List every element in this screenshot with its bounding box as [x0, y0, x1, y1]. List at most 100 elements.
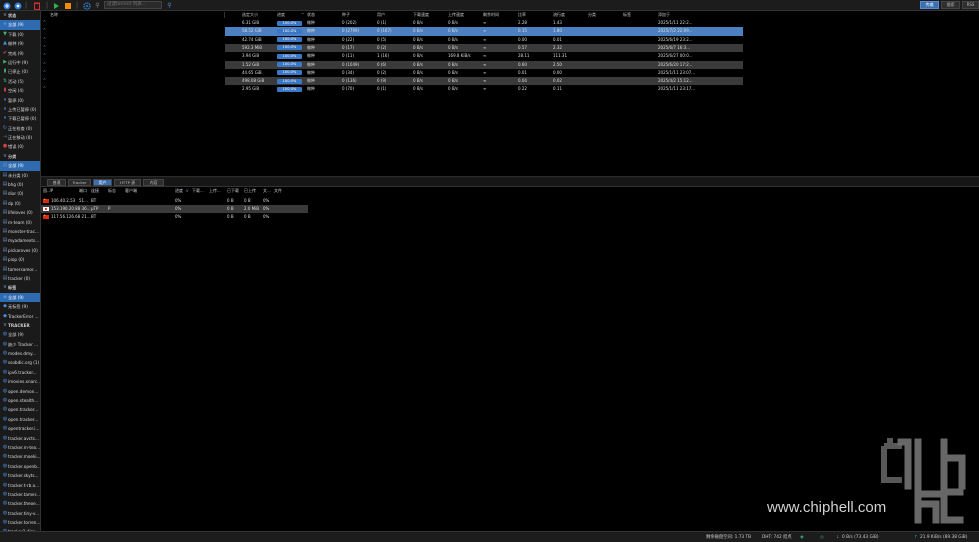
tab-http-sources[interactable]: HTTP 源: [114, 179, 141, 186]
sidebar-status-item[interactable]: ↻ 正在检查 (0): [0, 124, 40, 133]
col-eta[interactable]: 剩余时间: [483, 11, 499, 19]
delete-icon[interactable]: [32, 1, 41, 10]
sidebar-tracker-item[interactable]: ◍ ssobdic.org (1): [0, 358, 40, 367]
tab-rss[interactable]: RSS: [962, 1, 979, 9]
sidebar-tag-item[interactable]: ◆ 无标签 (9): [0, 302, 40, 311]
search-input[interactable]: 过滤torrent 列表...: [104, 1, 162, 9]
peer-row[interactable]: 153.190.20.88 36... μTP P 0% 0 B 2.0 MiB 0%: [41, 205, 308, 213]
sidebar-tracker-item[interactable]: ◍ 全部 (9): [0, 330, 40, 339]
sidebar-category-item[interactable]: ▤ dior (0): [0, 189, 40, 198]
sidebar-category-item[interactable]: ▤ m-team (0): [0, 218, 40, 227]
col-popularity[interactable]: 流行度: [553, 11, 565, 19]
sidebar-tracker-item[interactable]: ◍ tracker.tamer...: [0, 490, 40, 499]
col-files[interactable]: 文件: [274, 187, 282, 194]
tab-trackers[interactable]: Tracker: [68, 179, 91, 186]
sidebar-status-item[interactable]: ▮ 空闲 (4): [0, 86, 40, 95]
col-downloaded[interactable]: 已下载: [227, 187, 239, 194]
torrent-row[interactable]: 592.3 MiB 做种 0 (17) 0 (2) 0 B/s 0 B/s ∞ 0.57 2.3…: [225, 43, 743, 53]
col-seeds[interactable]: 种子: [342, 11, 350, 19]
speed-limit-icon[interactable]: ◎: [820, 532, 824, 542]
col-size[interactable]: 选定大小: [242, 11, 258, 19]
sidebar-status-item[interactable]: ⏸ 上传已暂停 (0): [0, 105, 40, 114]
col-progress[interactable]: 进度: [175, 187, 183, 194]
col-country-ip[interactable]: 国..IP: [43, 187, 53, 194]
col-client[interactable]: 客户端: [125, 187, 137, 194]
sidebar-category-item[interactable]: ▤ 全部 (9): [0, 161, 40, 171]
sidebar-status-item[interactable]: ⇢ 正在移动 (0): [0, 133, 40, 142]
tab-content[interactable]: 内容: [143, 179, 164, 186]
sidebar-status-item[interactable]: ▼ 下载 (0): [0, 30, 40, 39]
sidebar-status-item[interactable]: ▮ 已停止 (0): [0, 67, 40, 76]
torrent-row[interactable]: 58.52 GiB 做种 0 (2799) 0 (167) 0 B/s 0 B/s ∞ 0.1…: [225, 27, 743, 36]
torrent-row[interactable]: 1.52 GiB 做种 0 (1049) 0 (6) 0 B/s 0 B/s ∞ 0.60 2.…: [225, 60, 743, 69]
sidebar-category-item[interactable]: ▤ tamersamor...: [0, 265, 40, 274]
sidebar-tracker-item[interactable]: ◍ open.tracker...: [0, 405, 40, 414]
torrent-row[interactable]: 6.31 GiB 做种 0 (202) 0 (1) 0 B/s 0 B/s ∞ 2.28 1.4…: [225, 19, 743, 27]
sidebar-status-item[interactable]: ⏸ 下载已暂停 (0): [0, 114, 40, 123]
sidebar-status-item[interactable]: ● 错误 (0): [0, 142, 40, 151]
sidebar-tracker-item[interactable]: ◍ tracker.openb...: [0, 462, 40, 471]
col-status[interactable]: 状态: [307, 11, 315, 19]
sidebar-status-item[interactable]: ▶ 运行中 (9): [0, 58, 40, 67]
col-ul-speed[interactable]: 上传速度: [448, 11, 464, 19]
col-ratio[interactable]: 比率: [518, 11, 526, 19]
col-added[interactable]: 添加于: [658, 11, 670, 19]
sidebar-tracker-item[interactable]: ◍ tracker.torren...: [0, 518, 40, 527]
tab-search[interactable]: 搜索: [941, 1, 960, 9]
sidebar-tracker-item[interactable]: ◍ tracker.avcts...: [0, 434, 40, 443]
sidebar-tracker-item[interactable]: ◍ tracker.m-tea...: [0, 443, 40, 452]
sidebar-status-item[interactable]: ⏸ 暂停 (0): [0, 96, 40, 105]
peer-row[interactable]: ★ 117.56.126.68 21... BT 0% 0 B 0 B 0%: [41, 213, 308, 221]
col-tags[interactable]: 标签: [623, 11, 631, 19]
sidebar-status-item[interactable]: ✔ 完成 (9): [0, 49, 40, 58]
status-section-header[interactable]: v 状态: [0, 11, 40, 20]
sidebar-category-item[interactable]: ▤ monster-trac...: [0, 227, 40, 236]
tab-general[interactable]: 普通: [47, 179, 66, 186]
sidebar-tracker-item[interactable]: ◍ open.demon...: [0, 387, 40, 396]
col-divider[interactable]: [224, 12, 225, 18]
sidebar-category-item[interactable]: ▤ myadamexts...: [0, 236, 40, 245]
sidebar-tracker-item[interactable]: ◍ ipv6.tracker...: [0, 368, 40, 377]
sidebar-tag-item[interactable]: ◆ TrackerError ...: [0, 312, 40, 321]
torrent-row[interactable]: 2.95 GiB 做种 0 (70) 0 (1) 0 B/s 0 B/s ∞ 0.22 0.11…: [225, 85, 743, 93]
sidebar-category-item[interactable]: ▤ dp (0): [0, 199, 40, 208]
stop-icon[interactable]: [63, 1, 72, 10]
sidebar-tracker-item[interactable]: ◍ tracker.theoe...: [0, 499, 40, 508]
sidebar-tracker-item[interactable]: ◍ opentracker.i...: [0, 424, 40, 433]
category-section-header[interactable]: v 分类: [0, 152, 40, 161]
tab-transfers[interactable]: 传输: [920, 1, 939, 9]
sidebar-status-item[interactable]: ▲ 做种 (9): [0, 39, 40, 48]
col-ul-speed[interactable]: 上传...: [209, 187, 221, 194]
tracker-section-header[interactable]: v TRACKER: [0, 321, 40, 330]
col-flags[interactable]: 标志: [108, 187, 116, 194]
col-uploaded[interactable]: 已上传: [244, 187, 256, 194]
sidebar-tracker-item[interactable]: ◍ tracker.moeki...: [0, 452, 40, 461]
col-connection[interactable]: 连接: [91, 187, 99, 194]
start-icon[interactable]: [51, 1, 60, 10]
col-relevance[interactable]: 文...: [263, 187, 271, 194]
col-peers[interactable]: 用户: [377, 11, 385, 19]
sidebar-category-item[interactable]: ▤ piop (0): [0, 255, 40, 264]
sidebar-category-item[interactable]: ▤ 未分类 (0): [0, 171, 40, 180]
torrent-row[interactable]: 42.74 GiB 做种 0 (22) 0 (5) 0 B/s 0 B/s ∞ 0.00 0.0…: [225, 36, 743, 44]
sidebar-tracker-item[interactable]: ◍ modes.dmy...: [0, 349, 40, 358]
sidebar-category-item[interactable]: ▤ bhg (0): [0, 180, 40, 189]
col-dl-speed[interactable]: 下载...: [192, 187, 204, 194]
sidebar-category-item[interactable]: ▤ tracker (0): [0, 274, 40, 283]
torrent-row[interactable]: 498.08 GiB 做种 0 (136) 0 (9) 0 B/s 0 B/s ∞ 0.04 0…: [225, 77, 743, 86]
sidebar-tracker-item[interactable]: ◍ tracker.t-rb.o...: [0, 481, 40, 490]
col-port[interactable]: 端口: [79, 187, 87, 194]
sidebar-tracker-item[interactable]: ◍ imovies.xnarc...: [0, 377, 40, 386]
sidebar-tracker-item[interactable]: ◍ tracker.skyts...: [0, 471, 40, 480]
col-progress[interactable]: 进度: [277, 11, 285, 19]
sidebar-status-item[interactable]: ⇅ 活动 (5): [0, 77, 40, 86]
sidebar-tracker-item[interactable]: ◍ 缺少 Tracker ...: [0, 340, 40, 349]
gear-icon[interactable]: [82, 1, 91, 10]
sidebar-tracker-item[interactable]: ◍ open.stealth...: [0, 396, 40, 405]
torrent-row[interactable]: 44.65 GiB 做种 0 (34) 0 (2) 0 B/s 0 B/s ∞ 0.01 0.0…: [225, 69, 743, 77]
sidebar-tracker-item[interactable]: ◍ tracker.tiny-v...: [0, 509, 40, 518]
sidebar-category-item[interactable]: ▤ pickaroves (0): [0, 246, 40, 255]
add-link-icon[interactable]: [2, 1, 11, 10]
sidebar-status-item[interactable]: ◈ 全部 (9): [0, 20, 40, 30]
col-name[interactable]: 名称: [50, 11, 58, 19]
